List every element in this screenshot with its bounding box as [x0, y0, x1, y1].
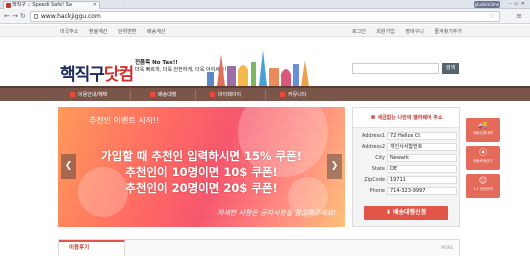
address-row: Phone 714-323-9997 — [355, 187, 458, 196]
browser-menu-icon[interactable]: ≡ — [516, 12, 522, 20]
tab-reviews[interactable]: 이용후기 — [59, 240, 125, 256]
chat-icon: ☺ — [478, 176, 488, 185]
util-link-us-address[interactable]: 미국주소 — [60, 29, 78, 35]
slider-next-icon[interactable]: ❯ — [327, 154, 342, 179]
address-panel: 세금없는 나만의 델라웨어 주소 Address1 72 Hellos Ct A… — [352, 107, 460, 227]
page-info-icon[interactable] — [34, 14, 38, 19]
support-chat-card[interactable]: ☺ 1:1 상담문의 — [466, 174, 500, 198]
nav-bullet-icon — [70, 92, 75, 97]
profile-chip[interactable]: pluskim3mn — [474, 1, 500, 8]
url-input[interactable]: www.hackjiggu.com ☆ — [30, 11, 500, 22]
address-panel-header: 세금없는 나만의 델라웨어 주소 — [353, 108, 459, 128]
address-row: City Newark — [355, 154, 458, 163]
window-controls[interactable]: –▫✕ — [509, 1, 528, 7]
address-row: Address1 72 Hellos Ct — [355, 132, 458, 141]
address-panel-title: 세금없는 나만의 델라웨어 주소 — [357, 114, 457, 121]
address-row: ZipCode 19711 — [355, 176, 458, 185]
cart-link[interactable]: 장바구니 — [405, 29, 423, 35]
nav-divider — [130, 90, 131, 100]
nav-mypage[interactable]: 마이페이지 — [210, 91, 241, 98]
login-link[interactable]: 로그인 — [352, 29, 366, 35]
tab-title: 핵직구 :: Speedi Safe! Sa — [12, 2, 72, 8]
more-link[interactable]: MORE — [441, 245, 453, 250]
utility-links-left: 미국주소 환율계산 단위변환 배송계산 — [60, 28, 174, 35]
favicon-icon — [6, 3, 11, 8]
site-logo[interactable]: 핵직구닷컴 — [60, 60, 134, 85]
browser-titlebar: 핵직구 :: Speedi Safe! Sa ✕ · · · · · · · ·… — [0, 0, 530, 9]
calculator-icon: ⦿ — [479, 148, 487, 157]
browser-menu-strip: · · · · · · · · · · · · · · — [105, 1, 167, 6]
main-nav: 이용안내/혜택 배송대행 마이페이지 커뮤니티 — [0, 86, 530, 101]
promo-slider[interactable]: 추천인 이벤트 시작!! 가입할 때 추천인 입력하시면 15% 쿠폰! 추천인… — [58, 107, 345, 227]
slider-prev-icon[interactable]: ❮ — [61, 154, 76, 179]
shipping-calculator-card[interactable]: ⦿ 배송비계산기 — [466, 146, 500, 170]
nav-divider — [265, 90, 266, 100]
address-row: Address2 개인사서함번호 — [355, 143, 458, 152]
address1-field[interactable]: 72 Hellos Ct — [387, 132, 457, 140]
slide-line-1: 가입할 때 추천인 입력하시면 15% 쿠폰! — [101, 149, 302, 163]
utility-links-right: 로그인 회원가입 장바구니 즐겨찾기추가 — [352, 28, 471, 35]
landmarks-illustration — [207, 50, 309, 86]
reload-icon[interactable]: ↻ — [20, 12, 26, 20]
slide-title: 추천인 이벤트 시작!! — [89, 116, 160, 125]
truck-icon: 🚚 — [478, 120, 488, 129]
browser-toolbar: ← → ↻ www.hackjiggu.com ☆ ≡ — [0, 9, 530, 24]
nav-bullet-icon — [280, 92, 285, 97]
search-input[interactable] — [352, 63, 439, 74]
state-field[interactable]: DE — [387, 165, 457, 173]
nav-bullet-icon — [210, 92, 215, 97]
slide-line-3: 추천인이 20명이면 20$ 쿠폰! — [125, 181, 278, 195]
nav-shipping-agent[interactable]: 배송대행 — [150, 91, 176, 98]
bookmark-link[interactable]: 즐겨찾기추가 — [434, 29, 462, 35]
search-button[interactable]: 검색 — [442, 63, 459, 74]
bookmark-star-icon[interactable]: ☆ — [489, 12, 495, 21]
phone-field[interactable]: 714-323-9997 — [387, 187, 457, 195]
util-link-exchange[interactable]: 환율계산 — [89, 29, 107, 35]
reviews-section: 이용후기 MORE — [58, 239, 460, 256]
forward-icon[interactable]: → — [12, 12, 18, 20]
back-icon[interactable]: ← — [4, 12, 10, 20]
utility-bar: 미국주소 환율계산 단위변환 배송계산 로그인 회원가입 장바구니 즐겨찾기추가 — [0, 25, 530, 37]
url-text: www.hackjiggu.com — [41, 13, 101, 20]
info-dot-icon — [371, 115, 376, 119]
util-link-shipping[interactable]: 배송계산 — [147, 29, 165, 35]
nav-guide[interactable]: 이용안내/혜택 — [70, 91, 107, 98]
slide-line-2: 추천인이 10명이면 10$ 쿠폰! — [125, 165, 278, 179]
city-field[interactable]: Newark — [387, 154, 457, 162]
nav-community[interactable]: 커뮤니티 — [280, 91, 306, 98]
signup-link[interactable]: 회원가입 — [376, 29, 394, 35]
shipping-request-button[interactable]: ⬇ 배송대행신청 — [364, 206, 448, 220]
nav-bullet-icon — [150, 92, 155, 97]
slide-footnote: 자세한 사항은 공지사항을 참고해주세요! — [217, 209, 336, 217]
nav-divider — [195, 90, 196, 100]
shipping-history-card[interactable]: 🚚 배송신청내역 — [466, 118, 500, 142]
address-row: State DE — [355, 165, 458, 174]
zipcode-field[interactable]: 19711 — [387, 176, 457, 184]
address2-field[interactable]: 개인사서함번호 — [387, 143, 457, 151]
site-header: 핵직구닷컴 전품목 No Tax!! 더욱 빠르게, 더욱 안전하게, 더욱 아… — [0, 38, 530, 86]
util-link-unit[interactable]: 단위변환 — [118, 29, 136, 35]
browser-tab[interactable]: 핵직구 :: Speedi Safe! Sa ✕ — [3, 1, 100, 9]
tab-close-icon[interactable]: ✕ — [93, 2, 97, 9]
